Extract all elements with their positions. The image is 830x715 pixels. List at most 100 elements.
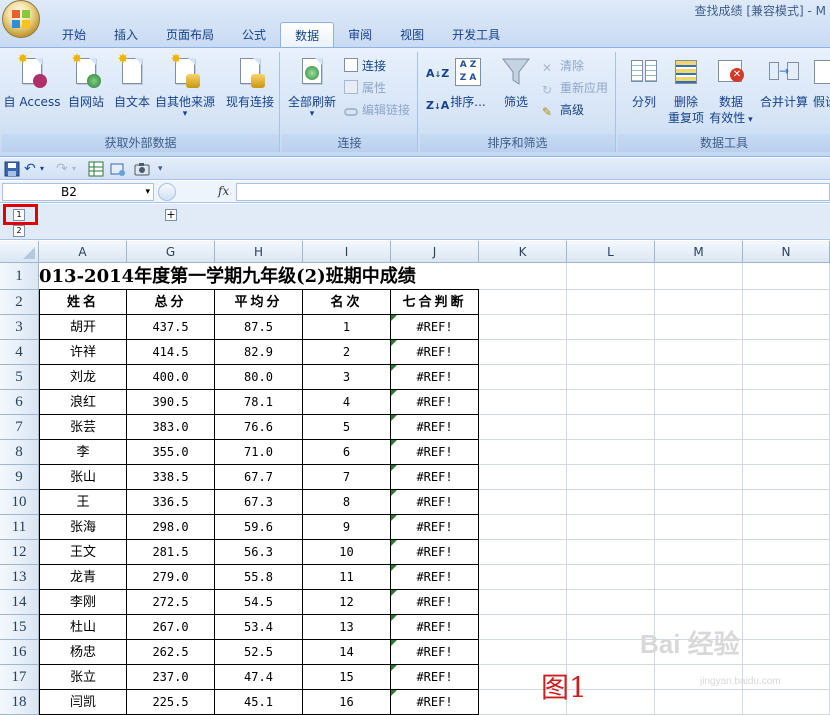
save-icon[interactable] xyxy=(4,161,20,177)
empty-cell[interactable] xyxy=(655,590,743,615)
table-cell[interactable]: #REF! xyxy=(391,415,479,440)
office-button[interactable] xyxy=(2,0,40,38)
empty-cell[interactable] xyxy=(479,440,567,465)
empty-cell[interactable] xyxy=(479,340,567,365)
table-cell[interactable]: 53.4 xyxy=(215,615,303,640)
column-header-g[interactable]: G xyxy=(127,241,215,263)
table-cell[interactable]: 李刚 xyxy=(39,590,127,615)
empty-cell[interactable] xyxy=(567,565,655,590)
table-cell[interactable]: 56.3 xyxy=(215,540,303,565)
text-to-columns-button[interactable]: 分列 xyxy=(622,56,666,130)
empty-cell[interactable] xyxy=(479,390,567,415)
table-cell[interactable]: 杨忠 xyxy=(39,640,127,665)
empty-cell[interactable] xyxy=(655,315,743,340)
table-cell[interactable]: 1 xyxy=(303,315,391,340)
row-header[interactable]: 1 xyxy=(0,263,39,290)
table-cell[interactable]: 437.5 xyxy=(127,315,215,340)
properties-button[interactable]: 属性 xyxy=(344,78,386,98)
row-header[interactable]: 8 xyxy=(0,440,39,465)
empty-cell[interactable] xyxy=(479,515,567,540)
advanced-filter-button[interactable]: ✎ 高级 xyxy=(542,100,584,120)
empty-cell[interactable] xyxy=(743,565,830,590)
column-header-k[interactable]: K xyxy=(479,241,567,263)
table-cell[interactable]: #REF! xyxy=(391,590,479,615)
table-cell[interactable]: 16 xyxy=(303,690,391,715)
table-cell[interactable]: 王文 xyxy=(39,540,127,565)
table-cell[interactable]: #REF! xyxy=(391,315,479,340)
tab-view[interactable]: 视图 xyxy=(386,22,438,48)
sort-button[interactable]: A ZZ A 排序... xyxy=(448,56,488,130)
table-cell[interactable]: 9 xyxy=(303,515,391,540)
empty-cell[interactable] xyxy=(567,390,655,415)
refresh-all-button[interactable]: 全部刷新 ▾ xyxy=(284,56,340,130)
table-cell[interactable]: 71.0 xyxy=(215,440,303,465)
from-text-button[interactable]: ✸ 自文本 xyxy=(108,53,156,130)
row-header[interactable]: 7 xyxy=(0,415,39,440)
table-cell[interactable]: 10 xyxy=(303,540,391,565)
redo-dropdown-icon[interactable]: ▾ xyxy=(72,161,88,177)
row-header[interactable]: 5 xyxy=(0,365,39,390)
empty-cell[interactable] xyxy=(743,263,830,290)
table-cell[interactable]: 237.0 xyxy=(127,665,215,690)
expand-group-button[interactable]: + xyxy=(165,209,177,221)
table-cell[interactable]: 5 xyxy=(303,415,391,440)
empty-cell[interactable] xyxy=(567,540,655,565)
column-header-i[interactable]: I xyxy=(303,241,391,263)
column-header-l[interactable]: L xyxy=(567,241,655,263)
empty-cell[interactable] xyxy=(479,365,567,390)
table-cell[interactable]: 383.0 xyxy=(127,415,215,440)
table-cell[interactable]: #REF! xyxy=(391,490,479,515)
connections-button[interactable]: 连接 xyxy=(344,56,386,76)
table-cell[interactable]: #REF! xyxy=(391,540,479,565)
empty-cell[interactable] xyxy=(655,490,743,515)
empty-cell[interactable] xyxy=(743,615,830,640)
table-cell[interactable]: #REF! xyxy=(391,465,479,490)
empty-cell[interactable] xyxy=(743,365,830,390)
table-cell[interactable]: 3 xyxy=(303,365,391,390)
empty-cell[interactable] xyxy=(567,465,655,490)
empty-cell[interactable] xyxy=(479,565,567,590)
row-header[interactable]: 11 xyxy=(0,515,39,540)
row-header[interactable]: 13 xyxy=(0,565,39,590)
empty-cell[interactable] xyxy=(567,440,655,465)
empty-cell[interactable] xyxy=(743,390,830,415)
empty-cell[interactable] xyxy=(567,365,655,390)
column-header-a[interactable]: A xyxy=(39,241,127,263)
empty-cell[interactable] xyxy=(743,490,830,515)
redo-icon[interactable]: ↷ xyxy=(56,161,72,177)
column-header-h[interactable]: H xyxy=(215,241,303,263)
row-header[interactable]: 2 xyxy=(0,290,39,315)
table-cell[interactable]: 张海 xyxy=(39,515,127,540)
table-cell[interactable]: 400.0 xyxy=(127,365,215,390)
insert-function-icon[interactable]: fx xyxy=(218,184,229,198)
empty-cell[interactable] xyxy=(743,590,830,615)
empty-cell[interactable] xyxy=(655,690,743,715)
table-cell[interactable]: 胡开 xyxy=(39,315,127,340)
remove-duplicates-button[interactable]: 删除 重复项 xyxy=(664,56,708,130)
table-cell[interactable]: #REF! xyxy=(391,640,479,665)
table-cell[interactable]: 许祥 xyxy=(39,340,127,365)
table-cell[interactable]: 15 xyxy=(303,665,391,690)
table-cell[interactable]: 390.5 xyxy=(127,390,215,415)
table-cell[interactable]: 龙青 xyxy=(39,565,127,590)
empty-cell[interactable] xyxy=(567,415,655,440)
table-cell[interactable]: 262.5 xyxy=(127,640,215,665)
table-cell[interactable]: 47.4 xyxy=(215,665,303,690)
table-cell[interactable]: 80.0 xyxy=(215,365,303,390)
clear-filter-button[interactable]: ✕ 清除 xyxy=(542,56,584,76)
empty-cell[interactable] xyxy=(743,290,830,315)
empty-cell[interactable] xyxy=(655,440,743,465)
empty-cell[interactable] xyxy=(655,263,743,290)
sort-ascending-button[interactable]: A↓Z xyxy=(426,64,449,84)
table-cell[interactable]: 闫凯 xyxy=(39,690,127,715)
empty-cell[interactable] xyxy=(479,415,567,440)
empty-cell[interactable] xyxy=(743,315,830,340)
tab-review[interactable]: 审阅 xyxy=(334,22,386,48)
row-header[interactable]: 3 xyxy=(0,315,39,340)
from-web-button[interactable]: ✸ 自网站 xyxy=(60,53,112,130)
table-cell[interactable]: 7 xyxy=(303,465,391,490)
table-cell[interactable]: 76.6 xyxy=(215,415,303,440)
table-cell[interactable]: 298.0 xyxy=(127,515,215,540)
empty-cell[interactable] xyxy=(479,615,567,640)
table-cell[interactable]: #REF! xyxy=(391,665,479,690)
